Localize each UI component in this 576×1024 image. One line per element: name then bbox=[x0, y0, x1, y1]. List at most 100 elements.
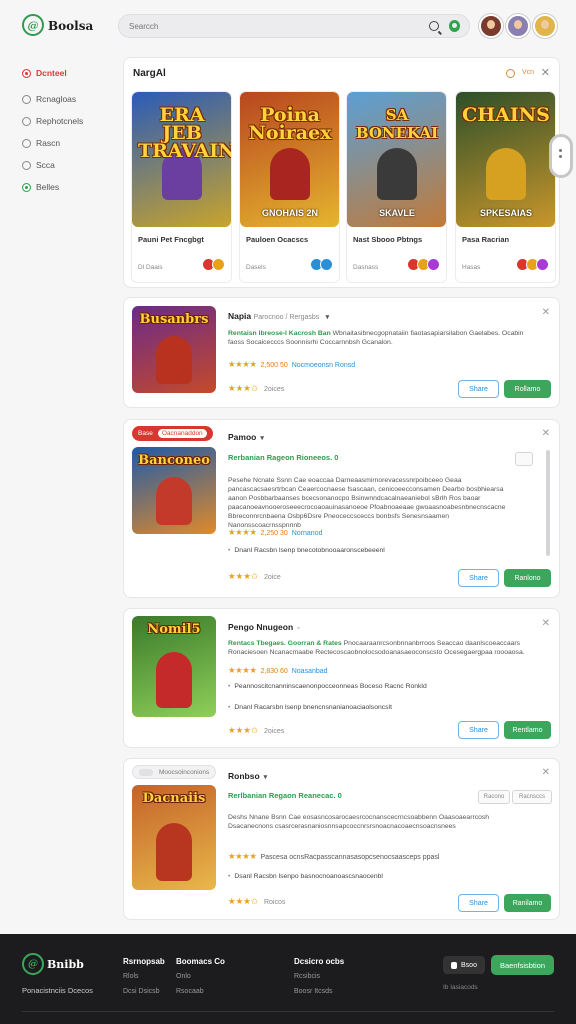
footer-logo-icon[interactable]: @ bbox=[22, 953, 44, 975]
home-icon bbox=[22, 68, 31, 78]
title-subtext: Parocnoo / Rergasbs bbox=[253, 314, 320, 321]
rating-stars: ★★★★ Pascesa ocnsRacpasscannasasopcsenocs… bbox=[228, 851, 538, 862]
game-card[interactable]: CHAINS SPKESAIAS Pasa Racrian Hasas bbox=[455, 91, 556, 283]
game-card[interactable]: SA BONEKAI SKAVLE Nast Sbooo Pbtngs Dasn… bbox=[346, 91, 447, 283]
stars-text: ★★★✩ bbox=[228, 383, 258, 393]
close-icon[interactable]: ✕ bbox=[542, 307, 550, 318]
share-button[interactable]: Share bbox=[458, 894, 499, 912]
sidebar-item-4[interactable]: Rascn bbox=[18, 132, 114, 154]
close-icon[interactable]: ✕ bbox=[542, 428, 550, 439]
chevron-down-icon[interactable]: ◦ bbox=[297, 625, 299, 632]
game-thumbnail[interactable]: Banconeo bbox=[132, 447, 216, 534]
listing-title[interactable]: Pamoo ▾ bbox=[228, 432, 264, 442]
footer-link[interactable]: Rcsibcis bbox=[294, 969, 344, 984]
search-icon[interactable] bbox=[506, 69, 515, 78]
tag-link[interactable]: Noasanbad bbox=[292, 668, 328, 675]
game-hero-art bbox=[156, 336, 192, 384]
chevron-down-icon[interactable]: ▾ bbox=[326, 314, 330, 321]
option-button[interactable]: Racnsccs bbox=[512, 790, 552, 804]
close-icon[interactable]: ✕ bbox=[541, 66, 550, 79]
listing-description: Rentaisn Ibreose-I Kacrosh Ban Wbnaitasi… bbox=[228, 329, 538, 347]
filter-label[interactable]: Vcn bbox=[522, 69, 534, 76]
game-card[interactable]: ERA JEB TRAVAINS Pauni Pet Fncgbgt Dl Da… bbox=[131, 91, 232, 283]
app-store-button[interactable]: Bsoo bbox=[443, 956, 485, 974]
search-input[interactable] bbox=[129, 19, 389, 34]
game-thumbnail[interactable]: Nomil5 bbox=[132, 616, 216, 717]
user-rating: ★★★✩ 2oices bbox=[228, 725, 284, 736]
listing-title[interactable]: Napia Parocnoo / Rergasbs ▾ bbox=[228, 311, 329, 321]
action-button[interactable]: Rollamo bbox=[504, 380, 551, 398]
stars-text: ★★★★ bbox=[228, 359, 257, 369]
stars-text: ★★★✩ bbox=[228, 725, 258, 735]
badge-text: Base bbox=[138, 430, 153, 437]
sidebar-item-3[interactable]: Rephotcnels bbox=[18, 110, 114, 132]
badge-inner-text: Oacnanaddon bbox=[157, 429, 207, 438]
mic-icon[interactable] bbox=[449, 20, 460, 32]
section-title: NargAl bbox=[133, 68, 166, 79]
sidebar-item-2[interactable]: Rcnagloas bbox=[18, 88, 114, 110]
thumbnail-title: Busanbrs bbox=[139, 312, 209, 327]
tag-link[interactable]: Nornanod bbox=[292, 530, 323, 537]
review-count: 2oices bbox=[263, 728, 285, 735]
sidebar-item-label: Rcnagloas bbox=[36, 94, 77, 104]
game-name: Pauni Pet Fncgbgt bbox=[138, 235, 204, 244]
sidebar-item-label: Rephotcnels bbox=[36, 116, 84, 126]
game-meta: Dasels bbox=[246, 264, 266, 271]
footer-link[interactable]: Dcsi Dsicsb bbox=[123, 984, 165, 999]
option-button[interactable]: Racono bbox=[478, 790, 510, 804]
circle-icon bbox=[22, 138, 31, 148]
avatar[interactable] bbox=[479, 14, 503, 38]
divider bbox=[22, 1011, 554, 1012]
tag-link[interactable]: Nocmoeonsn Ronsd bbox=[292, 362, 355, 369]
badge-group bbox=[516, 258, 549, 271]
avatar[interactable] bbox=[506, 14, 530, 38]
sidebar-item-dashboard[interactable]: Dcnteel bbox=[18, 62, 114, 84]
share-button[interactable]: Share bbox=[458, 721, 499, 739]
rating-stars: ★★★★ 2,500 50 Nocmoeonsn Ronsd bbox=[228, 359, 355, 370]
listing-headline: Rentacs Tbegaes. Goorran & Rates bbox=[228, 640, 342, 647]
game-card[interactable]: Poina Noiraex GNOHAIS 2N Pauloen Ocacscs… bbox=[239, 91, 340, 283]
app-logo-icon[interactable]: @ bbox=[22, 14, 44, 36]
footer-note: Ib Iasiacods bbox=[443, 984, 478, 991]
footer-link[interactable]: Boosr Itcsds bbox=[294, 984, 344, 999]
share-button[interactable]: Share bbox=[458, 569, 499, 587]
rating-count: 2,830 60 bbox=[260, 668, 288, 675]
app-name[interactable]: Boolsa bbox=[48, 19, 93, 33]
close-icon[interactable]: ✕ bbox=[542, 767, 550, 778]
chevron-down-icon[interactable]: ▾ bbox=[260, 435, 264, 442]
action-button[interactable]: Ranilamo bbox=[504, 894, 551, 912]
listing-title[interactable]: Pengo Nnugeon ◦ bbox=[228, 622, 300, 632]
title-text: Pamoo bbox=[228, 432, 257, 442]
title-text: Ronbso bbox=[228, 771, 260, 781]
search-bar[interactable] bbox=[118, 14, 470, 38]
sidebar-item-label: Scca bbox=[36, 160, 55, 170]
option-checkbox[interactable] bbox=[515, 452, 533, 466]
footer-link[interactable]: Rlols bbox=[123, 969, 165, 984]
game-thumbnail[interactable]: Busanbrs bbox=[132, 306, 216, 393]
avatar[interactable] bbox=[533, 14, 557, 38]
search-icon[interactable] bbox=[429, 21, 439, 31]
close-icon[interactable]: ✕ bbox=[542, 618, 550, 629]
action-button[interactable]: Rentlamo bbox=[504, 721, 551, 739]
share-button[interactable]: Share bbox=[458, 380, 499, 398]
circle-icon bbox=[22, 182, 31, 192]
footer-link[interactable]: Onlo bbox=[176, 969, 225, 984]
carousel-scroll-handle[interactable] bbox=[549, 134, 573, 178]
game-cover-image: SA BONEKAI SKAVLE bbox=[347, 92, 446, 227]
action-button[interactable]: Ranlono bbox=[504, 569, 551, 587]
game-cover-subtitle: SKAVLE bbox=[379, 208, 415, 218]
chevron-down-icon[interactable]: ▾ bbox=[264, 774, 268, 781]
footer-cta-button[interactable]: Baenfsisbtion bbox=[491, 955, 554, 975]
scrollbar[interactable] bbox=[546, 450, 550, 556]
circle-icon bbox=[22, 160, 31, 170]
listing-title[interactable]: Ronbso ▾ bbox=[228, 771, 267, 781]
sidebar-item-label: Dcnteel bbox=[36, 68, 67, 78]
sidebar-item-5[interactable]: Scca bbox=[18, 154, 114, 176]
game-thumbnail[interactable]: Dacnaiis bbox=[132, 785, 216, 890]
game-cover-title: Poina Noiraex bbox=[248, 104, 332, 144]
stars-text: ★★★★ bbox=[228, 665, 257, 675]
user-rating: ★★★✩ 2oice bbox=[228, 571, 281, 582]
footer-link[interactable]: Rsocaab bbox=[176, 984, 225, 999]
sidebar-item-6[interactable]: Belles bbox=[18, 176, 114, 198]
stars-text: ★★★★ bbox=[228, 851, 257, 861]
